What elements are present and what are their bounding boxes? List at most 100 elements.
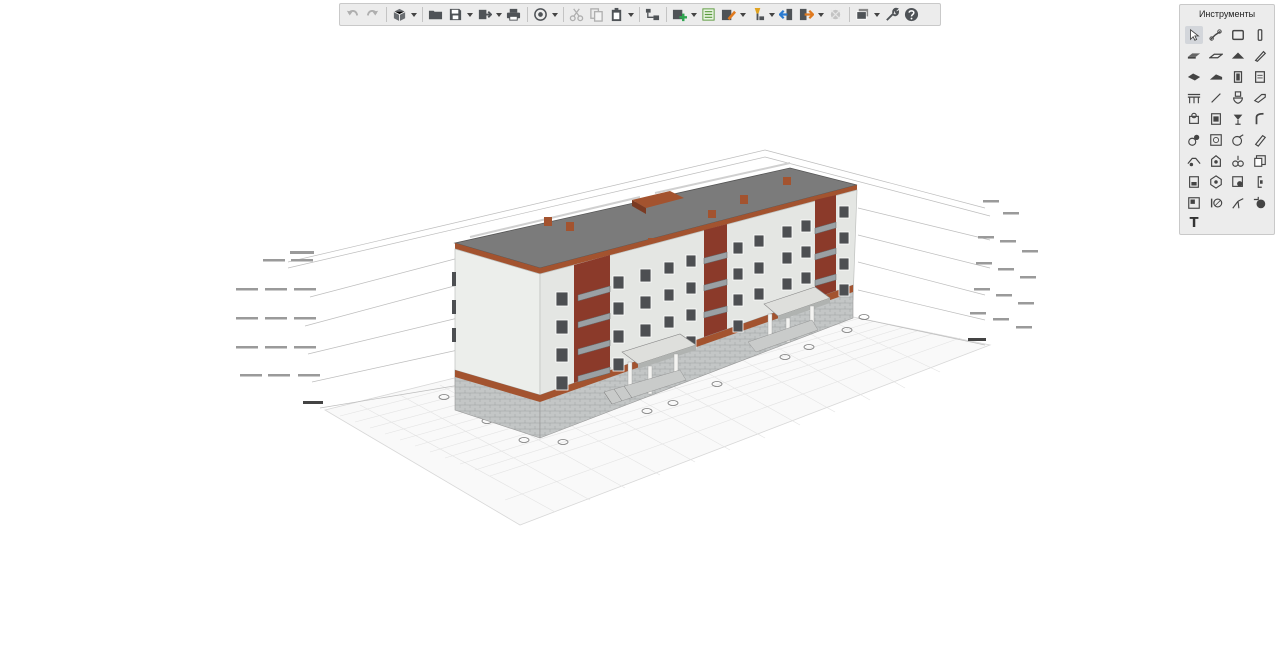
select-tool[interactable]	[1185, 26, 1203, 44]
orbit-icon	[534, 8, 547, 21]
sensor-icon	[1189, 176, 1199, 188]
chevron-down-icon	[817, 12, 824, 17]
chevron-down-icon	[873, 12, 880, 17]
toilet-icon	[1233, 91, 1243, 104]
window-tool[interactable]	[1251, 68, 1269, 86]
view-3d-button[interactable]	[390, 5, 409, 24]
zone-icon	[1211, 155, 1221, 167]
route-tool[interactable]	[1229, 194, 1247, 212]
ceiling-tool[interactable]	[1185, 68, 1203, 86]
add-object-button[interactable]	[670, 5, 689, 24]
io-port-tool[interactable]	[1207, 194, 1225, 212]
undo-button[interactable]	[343, 5, 362, 24]
device-tool[interactable]	[1185, 194, 1203, 212]
import-icon	[779, 8, 793, 21]
connector-icon	[1232, 155, 1244, 167]
layers-button[interactable]	[853, 5, 872, 24]
structure-button[interactable]	[643, 5, 662, 24]
socket-tool[interactable]	[1251, 173, 1269, 191]
pump-tool[interactable]	[1229, 131, 1247, 149]
save-dropdown[interactable]	[466, 5, 473, 24]
switch-tool[interactable]	[1229, 173, 1247, 191]
sanitary-tool[interactable]	[1229, 89, 1247, 107]
main-toolbar	[339, 3, 941, 26]
ramp-tool[interactable]	[1207, 68, 1225, 86]
orbit-button[interactable]	[531, 5, 550, 24]
lamp-tool[interactable]	[1207, 173, 1225, 191]
import-button[interactable]	[777, 5, 796, 24]
zone-tool[interactable]	[1207, 152, 1225, 170]
edit-dropdown[interactable]	[739, 5, 746, 24]
export-button[interactable]	[475, 5, 494, 24]
marker-button[interactable]	[748, 5, 767, 24]
copy-button[interactable]	[587, 5, 606, 24]
roof-icon	[1231, 52, 1245, 59]
marker-dropdown[interactable]	[768, 5, 775, 24]
settings-button[interactable]	[882, 5, 901, 24]
list-icon	[702, 8, 715, 21]
line-icon	[1211, 93, 1221, 103]
panel-tool[interactable]	[1207, 110, 1225, 128]
rectangle-room-tool[interactable]	[1229, 26, 1247, 44]
model-viewport[interactable]	[0, 0, 1280, 645]
view-3d-dropdown[interactable]	[410, 5, 417, 24]
export-icon	[478, 9, 492, 20]
cursor-arrow-icon	[1190, 28, 1200, 41]
redo-button[interactable]	[363, 5, 382, 24]
export-dropdown[interactable]	[495, 5, 502, 24]
copy-icon	[590, 8, 603, 22]
add-object-icon	[672, 9, 687, 22]
ramp-icon	[1209, 74, 1223, 80]
floor-tool[interactable]	[1207, 47, 1225, 65]
text-tool[interactable]: T	[1185, 215, 1203, 233]
pencil-icon	[721, 9, 736, 21]
list-button[interactable]	[699, 5, 718, 24]
edit-properties-button[interactable]	[719, 5, 738, 24]
save-button[interactable]	[446, 5, 465, 24]
equipment-tool[interactable]	[1185, 110, 1203, 128]
wall-by-points-tool[interactable]	[1207, 26, 1225, 44]
sensor-tool[interactable]	[1185, 173, 1203, 191]
render-icon	[830, 9, 841, 20]
column-tool[interactable]	[1251, 26, 1269, 44]
equipment-icon	[1189, 112, 1199, 124]
fitting-icon	[1188, 134, 1200, 146]
socket-icon	[1257, 176, 1263, 188]
paste-button[interactable]	[607, 5, 626, 24]
terminal-tool[interactable]	[1207, 131, 1225, 149]
elevation-icon	[1253, 196, 1266, 209]
render-button[interactable]	[826, 5, 845, 24]
railing-tool[interactable]	[1185, 89, 1203, 107]
print-button[interactable]	[504, 5, 523, 24]
flexible-duct-tool[interactable]	[1251, 131, 1269, 149]
device-icon	[1188, 197, 1200, 209]
connector-tool[interactable]	[1229, 152, 1247, 170]
export-model-dropdown[interactable]	[817, 5, 824, 24]
door-tool[interactable]	[1229, 68, 1247, 86]
fitting-tool[interactable]	[1185, 131, 1203, 149]
slab-tool[interactable]	[1185, 47, 1203, 65]
layers-dropdown[interactable]	[873, 5, 880, 24]
rectangle-icon	[1232, 29, 1244, 41]
beam-tool[interactable]	[1251, 47, 1269, 65]
help-button[interactable]	[902, 5, 921, 24]
valve-tool[interactable]	[1229, 110, 1247, 128]
duct-tool[interactable]	[1251, 110, 1269, 128]
elevation-tool[interactable]	[1251, 194, 1269, 212]
add-object-dropdown[interactable]	[690, 5, 697, 24]
orbit-dropdown[interactable]	[551, 5, 558, 24]
line-tool[interactable]	[1207, 89, 1225, 107]
roof-tool[interactable]	[1229, 47, 1247, 65]
window-icon	[1255, 71, 1265, 83]
toolbar-separator	[386, 7, 387, 22]
export-model-button[interactable]	[797, 5, 816, 24]
printer-icon	[506, 8, 521, 21]
cable-tray-tool[interactable]	[1185, 152, 1203, 170]
open-button[interactable]	[426, 5, 445, 24]
component-tool[interactable]	[1251, 152, 1269, 170]
paste-dropdown[interactable]	[627, 5, 634, 24]
toolbar-separator	[666, 7, 667, 22]
pipe-tool[interactable]	[1251, 89, 1269, 107]
cut-button[interactable]	[567, 5, 586, 24]
pump-icon	[1232, 134, 1244, 146]
